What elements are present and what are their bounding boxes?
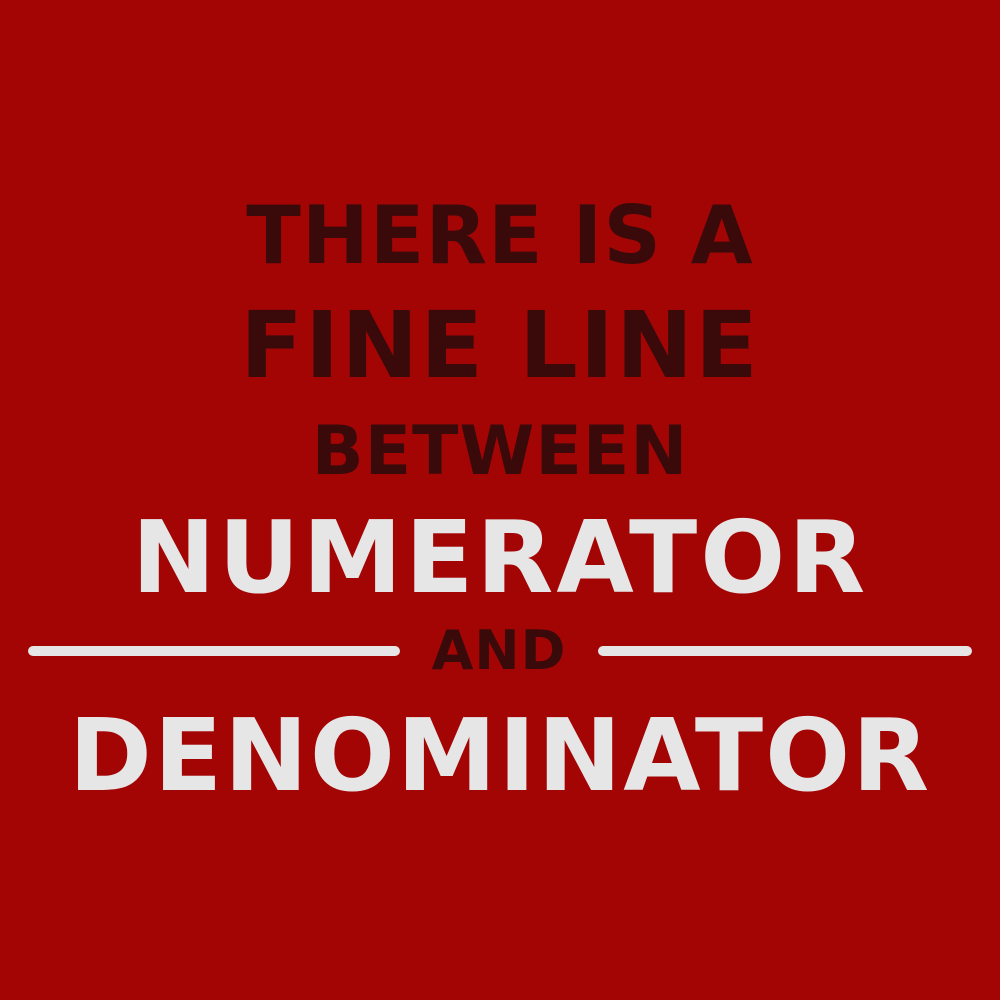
fraction-divider: AND — [0, 619, 1000, 682]
numerator-word: NUMERATOR — [131, 499, 869, 616]
fraction-rule-right — [598, 646, 972, 656]
and-word: AND — [431, 619, 567, 682]
headline-line-1: THERE IS A — [246, 189, 754, 282]
fraction-rule-left — [28, 646, 400, 656]
denominator-word: DENOMINATOR — [68, 697, 932, 814]
headline-line-3: BETWEEN — [311, 412, 689, 491]
poster: THERE IS A FINE LINE BETWEEN NUMERATOR A… — [0, 0, 1000, 1000]
headline-line-2: FINE LINE — [240, 292, 760, 399]
